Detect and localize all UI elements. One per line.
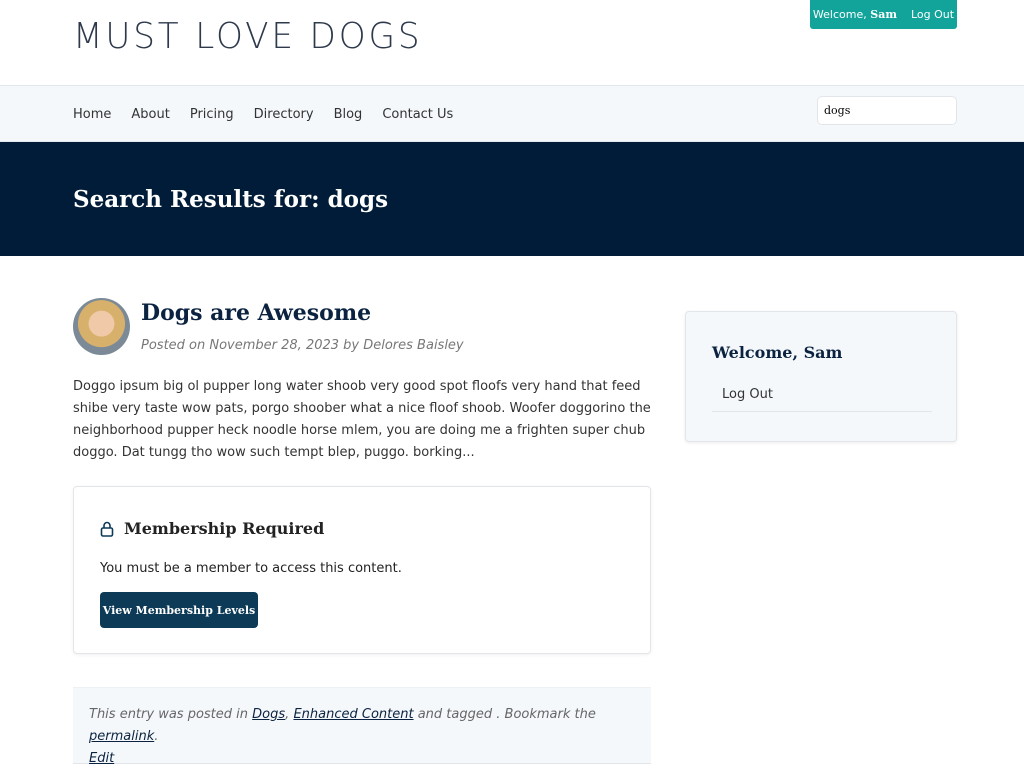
nav-blog[interactable]: Blog: [334, 107, 363, 122]
sidebar-logout-link[interactable]: Log Out: [712, 378, 932, 412]
sidebar-widget: Welcome, Sam Log Out: [685, 311, 957, 442]
site-header: MUST LOVE DOGS Welcome, Sam Log Out: [0, 0, 1024, 86]
edit-link[interactable]: Edit: [89, 751, 114, 766]
membership-title: Membership Required: [124, 519, 325, 538]
post-title[interactable]: Dogs are Awesome: [141, 300, 371, 326]
nav-pricing[interactable]: Pricing: [190, 107, 234, 122]
category-dogs-link[interactable]: Dogs: [252, 707, 285, 722]
header-logout-link[interactable]: Log Out: [911, 8, 954, 21]
nav-about[interactable]: About: [131, 107, 169, 122]
membership-box: Membership Required You must be a member…: [73, 486, 651, 654]
category-enhanced-content-link[interactable]: Enhanced Content: [293, 707, 413, 722]
permalink-link[interactable]: permalink: [89, 729, 154, 744]
welcome-bar: Welcome, Sam Log Out: [810, 0, 957, 29]
nav-home[interactable]: Home: [73, 107, 111, 122]
author-avatar: [73, 298, 130, 355]
entry-footer: This entry was posted in Dogs, Enhanced …: [73, 687, 651, 766]
post-meta: Posted on November 28, 2023 by Delores B…: [141, 338, 464, 353]
sidebar-title: Welcome, Sam: [712, 343, 843, 362]
membership-text: You must be a member to access this cont…: [100, 561, 402, 576]
page-hero: Search Results for: dogs: [0, 142, 1024, 256]
welcome-text: Welcome, Sam: [812, 8, 897, 21]
search-input[interactable]: [817, 96, 957, 125]
page-title: Search Results for: dogs: [73, 185, 389, 213]
nav-contact[interactable]: Contact Us: [382, 107, 453, 122]
main-nav: Home About Pricing Directory Blog Contac…: [0, 86, 1024, 142]
site-logo[interactable]: MUST LOVE DOGS: [73, 16, 422, 57]
nav-directory[interactable]: Directory: [254, 107, 314, 122]
view-membership-levels-button[interactable]: View Membership Levels: [100, 592, 258, 628]
post-excerpt: Doggo ipsum big ol pupper long water sho…: [73, 379, 651, 460]
lock-icon: [100, 521, 114, 537]
